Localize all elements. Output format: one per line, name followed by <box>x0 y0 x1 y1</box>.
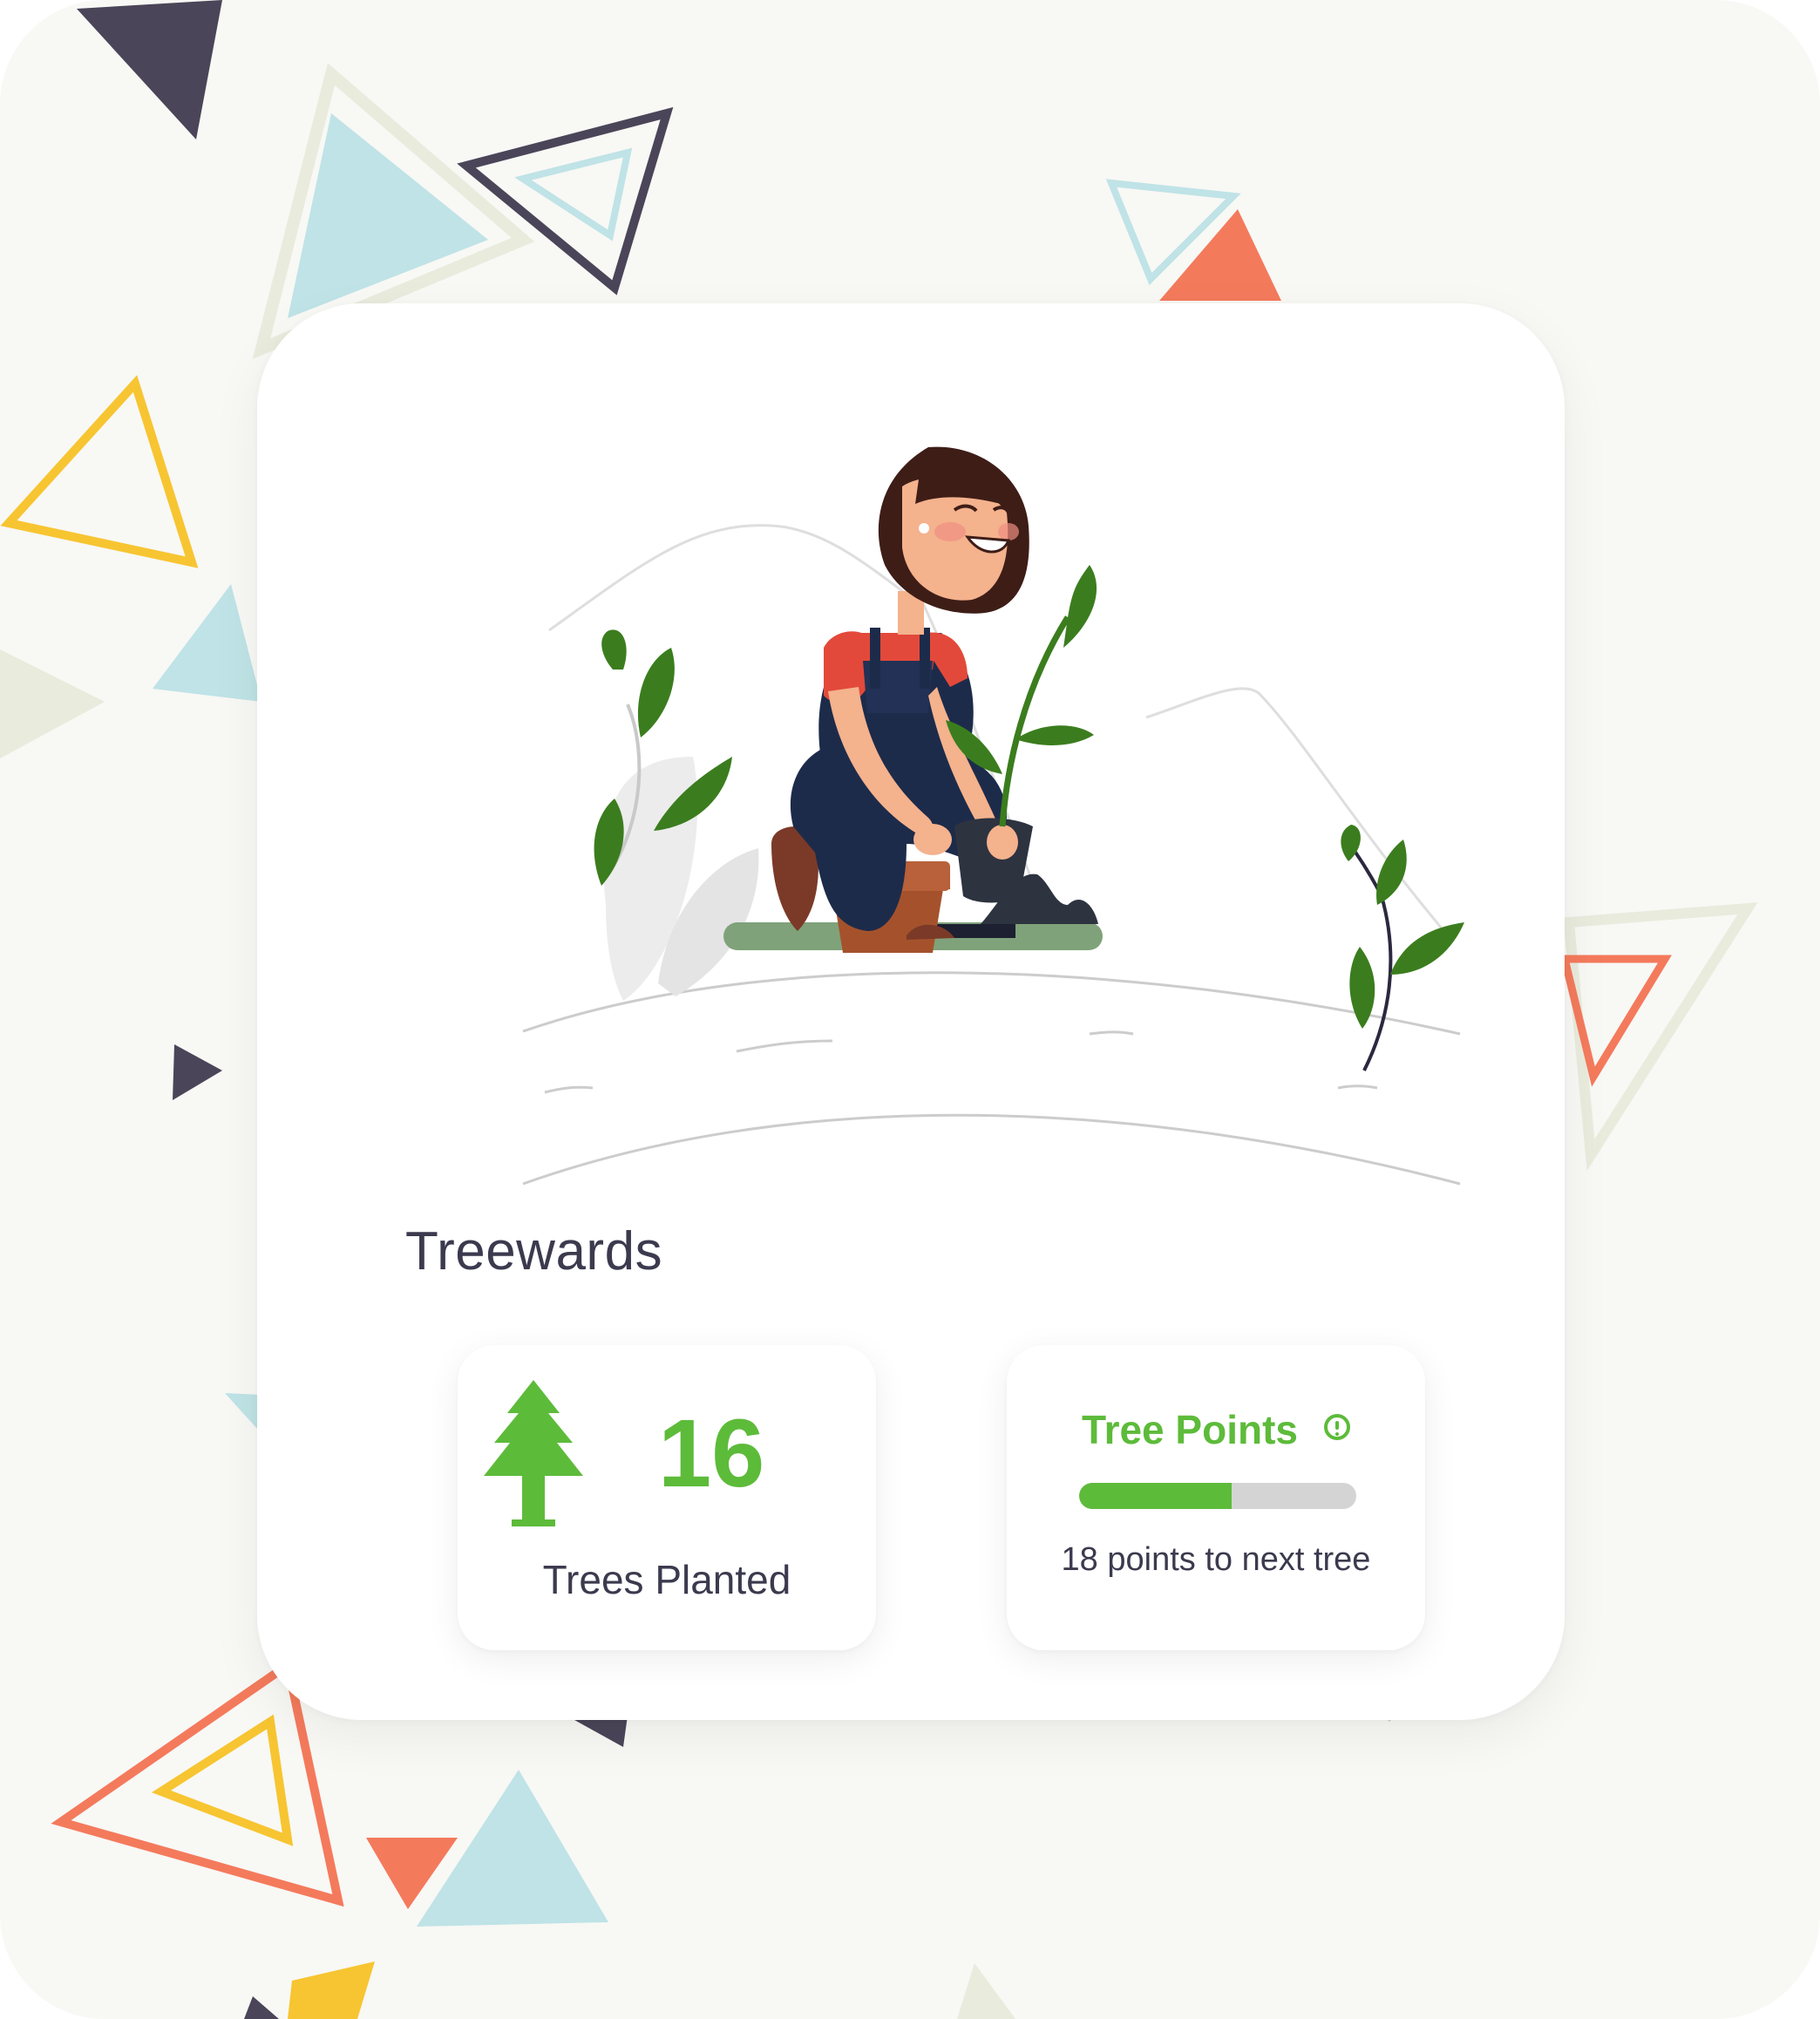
treewards-card: Treewards 16 Trees Planted Tree Points 1… <box>257 303 1565 1720</box>
app-title: Treewards <box>405 1221 663 1281</box>
trees-planted-label: Trees Planted <box>542 1557 791 1602</box>
tree-points-card[interactable]: Tree Points 18 points to next tree <box>1007 1345 1425 1650</box>
tree-points-progress-fill <box>1079 1483 1232 1509</box>
tree-points-progress-bar <box>1079 1483 1356 1509</box>
points-to-next-tree: 18 points to next tree <box>1061 1541 1371 1578</box>
tree-points-title: Tree Points <box>1082 1407 1298 1452</box>
gardener-illustration <box>522 446 1464 1186</box>
trees-planted-count: 16 <box>658 1400 765 1507</box>
tree-points-header: Tree Points <box>1007 1406 1425 1453</box>
pine-tree-icon <box>484 1380 583 1526</box>
info-icon[interactable] <box>1323 1414 1350 1440</box>
trees-planted-card[interactable]: 16 Trees Planted <box>458 1345 876 1650</box>
app-screen: Treewards 16 Trees Planted Tree Points 1… <box>0 0 1820 2019</box>
